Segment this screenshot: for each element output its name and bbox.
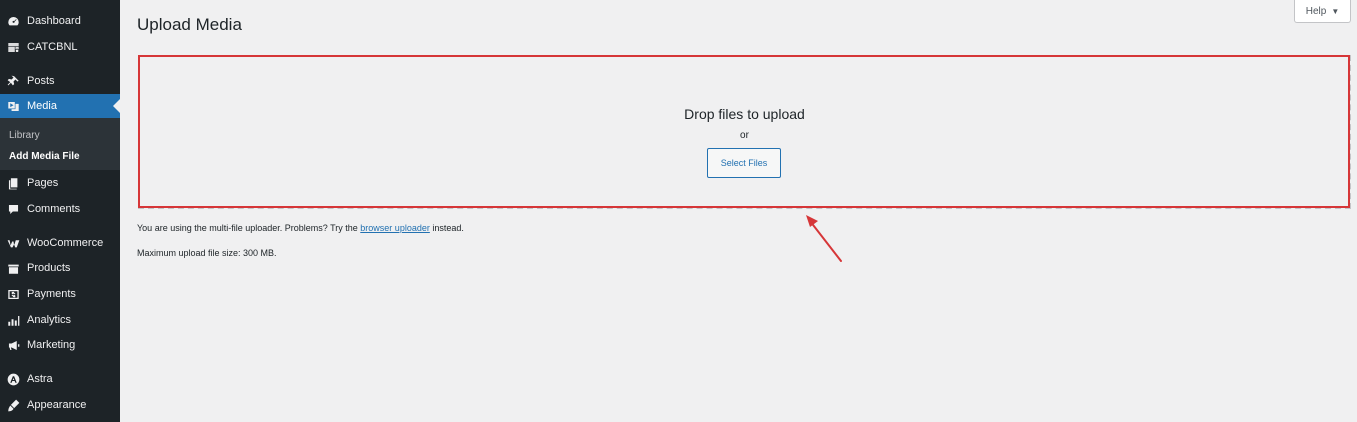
sidebar-item-astra[interactable]: Astra [0, 367, 120, 391]
pin-icon [6, 74, 20, 88]
payments-icon [6, 287, 20, 301]
page-title: Upload Media [137, 15, 242, 34]
pages-icon [6, 176, 20, 190]
caret-down-icon: ▼ [1331, 6, 1340, 16]
sidebar-item-label: Pages [27, 177, 59, 189]
select-files-button[interactable]: Select Files [707, 148, 781, 178]
max-upload-size-text: Maximum upload file size: 300 MB. [137, 248, 277, 258]
submenu-item-add-media-file[interactable]: Add Media File [9, 151, 80, 162]
uploader-info-text: You are using the multi-file uploader. P… [137, 223, 464, 233]
analytics-icon [6, 313, 20, 327]
sidebar-item-label: Comments [27, 203, 81, 215]
media-icon [6, 99, 20, 113]
comments-icon [6, 202, 20, 216]
sidebar-item-media[interactable]: Media [0, 94, 120, 118]
catcbnl-icon [6, 40, 20, 54]
annotation-arrow-icon [806, 215, 842, 262]
help-button[interactable]: Help ▼ [1294, 0, 1351, 23]
help-label: Help [1305, 5, 1327, 17]
browser-uploader-link[interactable]: browser uploader [360, 223, 430, 233]
sidebar-item-pages[interactable]: Pages [0, 171, 120, 195]
sidebar-item-dashboard[interactable]: Dashboard [0, 9, 120, 33]
sidebar-item-label: Appearance [27, 399, 87, 411]
drop-files-text: Drop files to upload [684, 106, 805, 122]
sidebar-item-analytics[interactable]: Analytics [0, 308, 120, 332]
or-text: or [740, 130, 749, 141]
sidebar-item-label: WooCommerce [27, 237, 104, 249]
sidebar-item-label: Astra [27, 373, 53, 385]
appearance-icon [6, 398, 20, 412]
sidebar-item-products[interactable]: Products [0, 256, 120, 280]
marketing-icon [6, 338, 20, 352]
sidebar-item-label: Media [27, 100, 57, 112]
dashboard-icon [6, 14, 20, 28]
media-submenu: Library Add Media File [0, 118, 120, 170]
uploader-info-suffix: instead. [429, 223, 464, 233]
sidebar-item-catcbnl[interactable]: CATCBNL [0, 35, 120, 59]
uploader-info-prefix: You are using the multi-file uploader. P… [137, 223, 361, 233]
woocommerce-icon [6, 236, 20, 250]
sidebar-item-marketing[interactable]: Marketing [0, 333, 120, 357]
submenu-item-library[interactable]: Library [9, 130, 40, 141]
sidebar-item-label: CATCBNL [27, 41, 78, 53]
sidebar-item-label: Payments [27, 288, 76, 300]
sidebar-item-posts[interactable]: Posts [0, 69, 120, 93]
sidebar-item-appearance[interactable]: Appearance [0, 393, 120, 417]
sidebar-item-label: Dashboard [27, 15, 81, 27]
admin-sidebar: Dashboard CATCBNL Posts Media Library Ad… [0, 0, 120, 422]
astra-icon [6, 372, 20, 386]
sidebar-item-payments[interactable]: Payments [0, 282, 120, 306]
sidebar-item-label: Products [27, 262, 71, 274]
sidebar-item-label: Marketing [27, 339, 76, 351]
sidebar-item-label: Analytics [27, 314, 72, 326]
sidebar-item-label: Posts [27, 75, 55, 87]
sidebar-item-woocommerce[interactable]: WooCommerce [0, 231, 120, 255]
sidebar-item-comments[interactable]: Comments [0, 197, 120, 221]
products-icon [6, 261, 20, 275]
